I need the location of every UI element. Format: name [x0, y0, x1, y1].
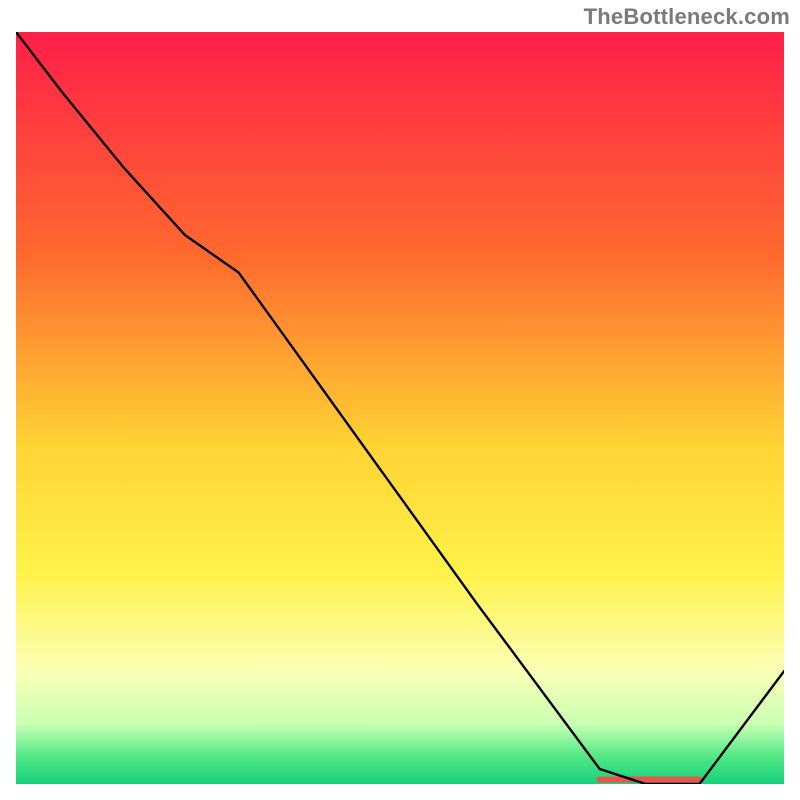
chart-background [16, 32, 784, 784]
attribution-text: TheBottleneck.com [584, 4, 790, 30]
chart-svg [16, 32, 784, 784]
chart-area [16, 32, 784, 784]
